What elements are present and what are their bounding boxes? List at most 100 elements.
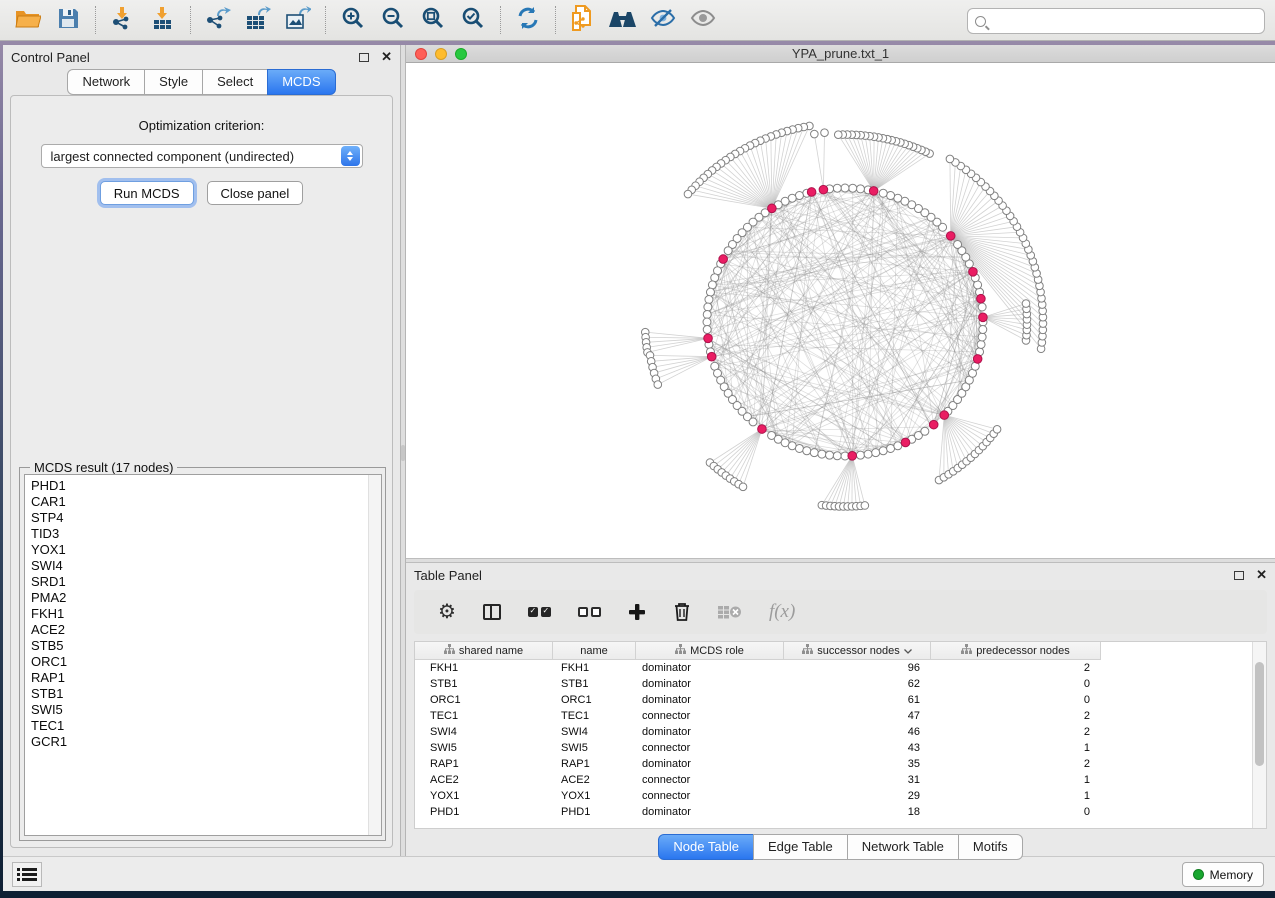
network-node[interactable] xyxy=(705,296,713,304)
table-tab-edge-table[interactable]: Edge Table xyxy=(753,834,848,860)
deselect-all-rows-button[interactable] xyxy=(578,607,601,617)
network-node[interactable] xyxy=(856,185,864,193)
splitter-grip[interactable] xyxy=(401,445,405,461)
share-document-button[interactable] xyxy=(563,3,603,37)
delete-column-button[interactable] xyxy=(673,602,691,622)
run-mcds-button[interactable]: Run MCDS xyxy=(100,181,194,205)
table-row[interactable]: PHD1PHD1dominator180 xyxy=(415,804,1266,820)
network-node[interactable] xyxy=(978,333,986,341)
network-node[interactable] xyxy=(703,310,711,318)
add-column-button[interactable] xyxy=(628,603,646,621)
network-node[interactable] xyxy=(841,184,849,192)
mcds-hub-node[interactable] xyxy=(848,452,857,461)
close-panel-icon[interactable]: ✕ xyxy=(1256,570,1267,580)
table-row[interactable]: ORC1ORC1dominator610 xyxy=(415,692,1266,708)
network-node[interactable] xyxy=(739,483,747,491)
network-node[interactable] xyxy=(979,326,987,334)
table-row[interactable]: TEC1TEC1connector472 xyxy=(415,708,1266,724)
table-row[interactable]: YOX1YOX1connector291 xyxy=(415,788,1266,804)
float-panel-icon[interactable] xyxy=(359,53,369,62)
task-history-button[interactable] xyxy=(12,862,42,887)
network-node[interactable] xyxy=(834,131,842,139)
mcds-result-item[interactable]: PHD1 xyxy=(31,478,368,494)
mcds-hub-node[interactable] xyxy=(768,204,777,213)
import-table-button[interactable] xyxy=(143,3,183,37)
mcds-hub-node[interactable] xyxy=(969,268,978,277)
network-node[interactable] xyxy=(954,240,962,248)
mcds-hub-node[interactable] xyxy=(707,352,716,361)
mcds-result-item[interactable]: TEC1 xyxy=(31,718,368,734)
mcds-hub-node[interactable] xyxy=(901,438,910,447)
table-row[interactable]: SWI5SWI5connector431 xyxy=(415,740,1266,756)
export-network-button[interactable] xyxy=(198,3,238,37)
column-header-MCDS-role[interactable]: MCDS role xyxy=(636,642,784,660)
table-scrollbar[interactable] xyxy=(1252,642,1266,828)
apply-layout-button[interactable] xyxy=(508,3,548,37)
network-node[interactable] xyxy=(861,502,869,510)
network-view-canvas[interactable] xyxy=(406,63,1275,558)
network-node[interactable] xyxy=(708,281,716,289)
table-row[interactable]: RAP1RAP1dominator352 xyxy=(415,756,1266,772)
hide-selected-button[interactable] xyxy=(643,3,683,37)
close-panel-icon[interactable]: ✕ xyxy=(381,52,392,62)
select-all-rows-button[interactable] xyxy=(528,607,551,617)
export-table-button[interactable] xyxy=(238,3,278,37)
mcds-result-item[interactable]: SRD1 xyxy=(31,574,368,590)
table-row[interactable]: STB1STB1dominator620 xyxy=(415,676,1266,692)
network-node[interactable] xyxy=(872,449,880,457)
export-image-button[interactable] xyxy=(278,3,318,37)
tab-network[interactable]: Network xyxy=(67,69,145,95)
mcds-result-item[interactable]: CAR1 xyxy=(31,494,368,510)
mcds-result-item[interactable]: STB5 xyxy=(31,638,368,654)
mcds-result-item[interactable]: STP4 xyxy=(31,510,368,526)
network-node[interactable] xyxy=(849,184,857,192)
save-session-button[interactable] xyxy=(48,3,88,37)
network-node[interactable] xyxy=(803,447,811,455)
column-header-successor-nodes[interactable]: successor nodes xyxy=(784,642,931,660)
mcds-result-item[interactable]: RAP1 xyxy=(31,670,368,686)
first-neighbors-button[interactable] xyxy=(603,3,643,37)
network-node[interactable] xyxy=(703,326,711,334)
table-options-button[interactable]: ⚙ xyxy=(438,602,456,622)
network-node[interactable] xyxy=(978,303,986,311)
network-node[interactable] xyxy=(654,381,662,389)
mcds-hub-node[interactable] xyxy=(929,420,938,429)
network-node[interactable] xyxy=(921,427,929,435)
mcds-hub-node[interactable] xyxy=(979,313,988,322)
network-node[interactable] xyxy=(887,192,895,200)
mcds-list-scrollbar[interactable] xyxy=(368,475,381,835)
mcds-result-item[interactable]: ORC1 xyxy=(31,654,368,670)
network-node[interactable] xyxy=(879,189,887,197)
zoom-in-button[interactable] xyxy=(333,3,373,37)
column-header-name[interactable]: name xyxy=(553,642,636,660)
network-node[interactable] xyxy=(833,184,841,192)
column-header-predecessor-nodes[interactable]: predecessor nodes xyxy=(931,642,1101,660)
network-node[interactable] xyxy=(826,451,834,459)
search-input[interactable] xyxy=(992,11,1264,31)
table-tab-network-table[interactable]: Network Table xyxy=(847,834,959,860)
fit-selected-button[interactable] xyxy=(453,3,493,37)
mcds-hub-node[interactable] xyxy=(869,187,878,196)
mcds-hub-node[interactable] xyxy=(973,355,982,364)
network-node[interactable] xyxy=(749,418,757,426)
close-panel-button[interactable]: Close panel xyxy=(207,181,304,205)
table-tab-node-table[interactable]: Node Table xyxy=(658,834,754,860)
mcds-hub-node[interactable] xyxy=(807,188,816,197)
table-tab-motifs[interactable]: Motifs xyxy=(958,834,1023,860)
mcds-result-item[interactable]: SWI5 xyxy=(31,702,368,718)
table-row[interactable]: ACE2ACE2connector311 xyxy=(415,772,1266,788)
network-node[interactable] xyxy=(704,303,712,311)
network-node[interactable] xyxy=(821,129,829,137)
show-all-button[interactable] xyxy=(683,3,723,37)
table-row[interactable]: FKH1FKH1dominator962 xyxy=(415,660,1266,676)
open-session-button[interactable] xyxy=(8,3,48,37)
network-node[interactable] xyxy=(894,442,902,450)
network-node[interactable] xyxy=(864,450,872,458)
memory-button[interactable]: Memory xyxy=(1182,862,1264,887)
mcds-result-item[interactable]: ACE2 xyxy=(31,622,368,638)
network-node[interactable] xyxy=(977,340,985,348)
mcds-hub-node[interactable] xyxy=(719,255,728,264)
show-columns-button[interactable] xyxy=(483,604,501,620)
import-network-button[interactable] xyxy=(103,3,143,37)
network-node[interactable] xyxy=(706,288,714,296)
